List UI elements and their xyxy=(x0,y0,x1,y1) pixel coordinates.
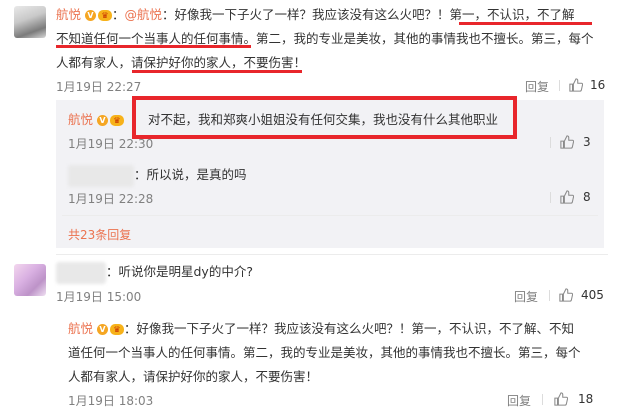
highlight-underline xyxy=(56,45,251,48)
username-link[interactable]: 航悦 xyxy=(68,321,93,336)
highlight-underline xyxy=(459,22,592,25)
fan-medal-icon: ♛ xyxy=(110,324,124,335)
more-replies-link[interactable]: 共23条回复 xyxy=(68,226,131,243)
divider xyxy=(549,290,550,301)
mention-link[interactable]: @航悦 xyxy=(125,7,163,22)
divider xyxy=(56,254,608,255)
highlight-box xyxy=(132,96,517,139)
thumbs-up-icon[interactable] xyxy=(554,392,568,406)
reply-time: 1月19日 22:28 xyxy=(68,192,154,206)
user-avatar[interactable] xyxy=(14,6,46,38)
divider xyxy=(550,137,551,148)
comment-text: 好像我一下子火了一样？我应该没有这么火吧？！第一，不认识，不了解 xyxy=(174,7,575,22)
like-count: 405 xyxy=(581,288,604,302)
comment-text: ：听说你是明星dy的中介? xyxy=(106,264,253,279)
blurred-username xyxy=(56,262,106,284)
fan-medal-icon: ♛ xyxy=(98,10,112,21)
thumbs-up-icon[interactable] xyxy=(560,135,574,149)
verified-badge-icon: V xyxy=(85,10,96,21)
reply-text: ：所以说，是真的吗 xyxy=(134,167,247,182)
comment-line-1: 航悦 V ♛ ：好像我一下子火了一样？我应该没有这么火吧？！第一，不认识，不了解、不… xyxy=(68,321,575,336)
reply-button[interactable]: 回复 xyxy=(525,78,549,95)
comment-time: 1月19日 22:27 xyxy=(56,80,142,94)
like-count: 16 xyxy=(590,78,606,92)
comment-time: 1月19日 18:03 xyxy=(68,394,154,408)
reply-button[interactable]: 回复 xyxy=(507,392,531,409)
divider xyxy=(542,394,543,405)
blurred-username xyxy=(68,165,134,187)
reply-time: 1月19日 22:30 xyxy=(68,137,154,151)
username-link[interactable]: 航悦 xyxy=(68,112,93,127)
fan-medal-icon: ♛ xyxy=(110,115,124,126)
divider xyxy=(559,80,560,91)
comment-line-2: 道任何一个当事人的任何事情。第二，我的专业是美妆，其他的事情我也不擅长。第三，每… xyxy=(68,345,581,360)
divider xyxy=(550,192,551,203)
like-count: 8 xyxy=(583,190,591,204)
like-count: 18 xyxy=(578,392,594,406)
thumbs-up-icon[interactable] xyxy=(560,190,574,204)
user-avatar[interactable] xyxy=(14,264,46,296)
thumbs-up-icon[interactable] xyxy=(569,78,583,92)
verified-badge-icon: V xyxy=(97,115,108,126)
verified-badge-icon: V xyxy=(97,324,108,335)
comment-time: 1月19日 15:00 xyxy=(56,290,142,304)
username-link[interactable]: 航悦 xyxy=(56,7,81,22)
like-count: 3 xyxy=(583,135,591,149)
divider xyxy=(62,215,598,216)
thumbs-up-icon[interactable] xyxy=(559,288,573,302)
comment-line-3: 人都有家人，请保护好你的家人，不要伤害！ xyxy=(68,369,319,384)
reply-button[interactable]: 回复 xyxy=(514,288,538,305)
reply-header: 航悦 V ♛ xyxy=(68,109,124,131)
highlight-underline xyxy=(132,70,302,73)
comment-text: 好像我一下子火了一样？我应该没有这么火吧？！第一，不认识，不了解、不知 xyxy=(136,321,575,336)
